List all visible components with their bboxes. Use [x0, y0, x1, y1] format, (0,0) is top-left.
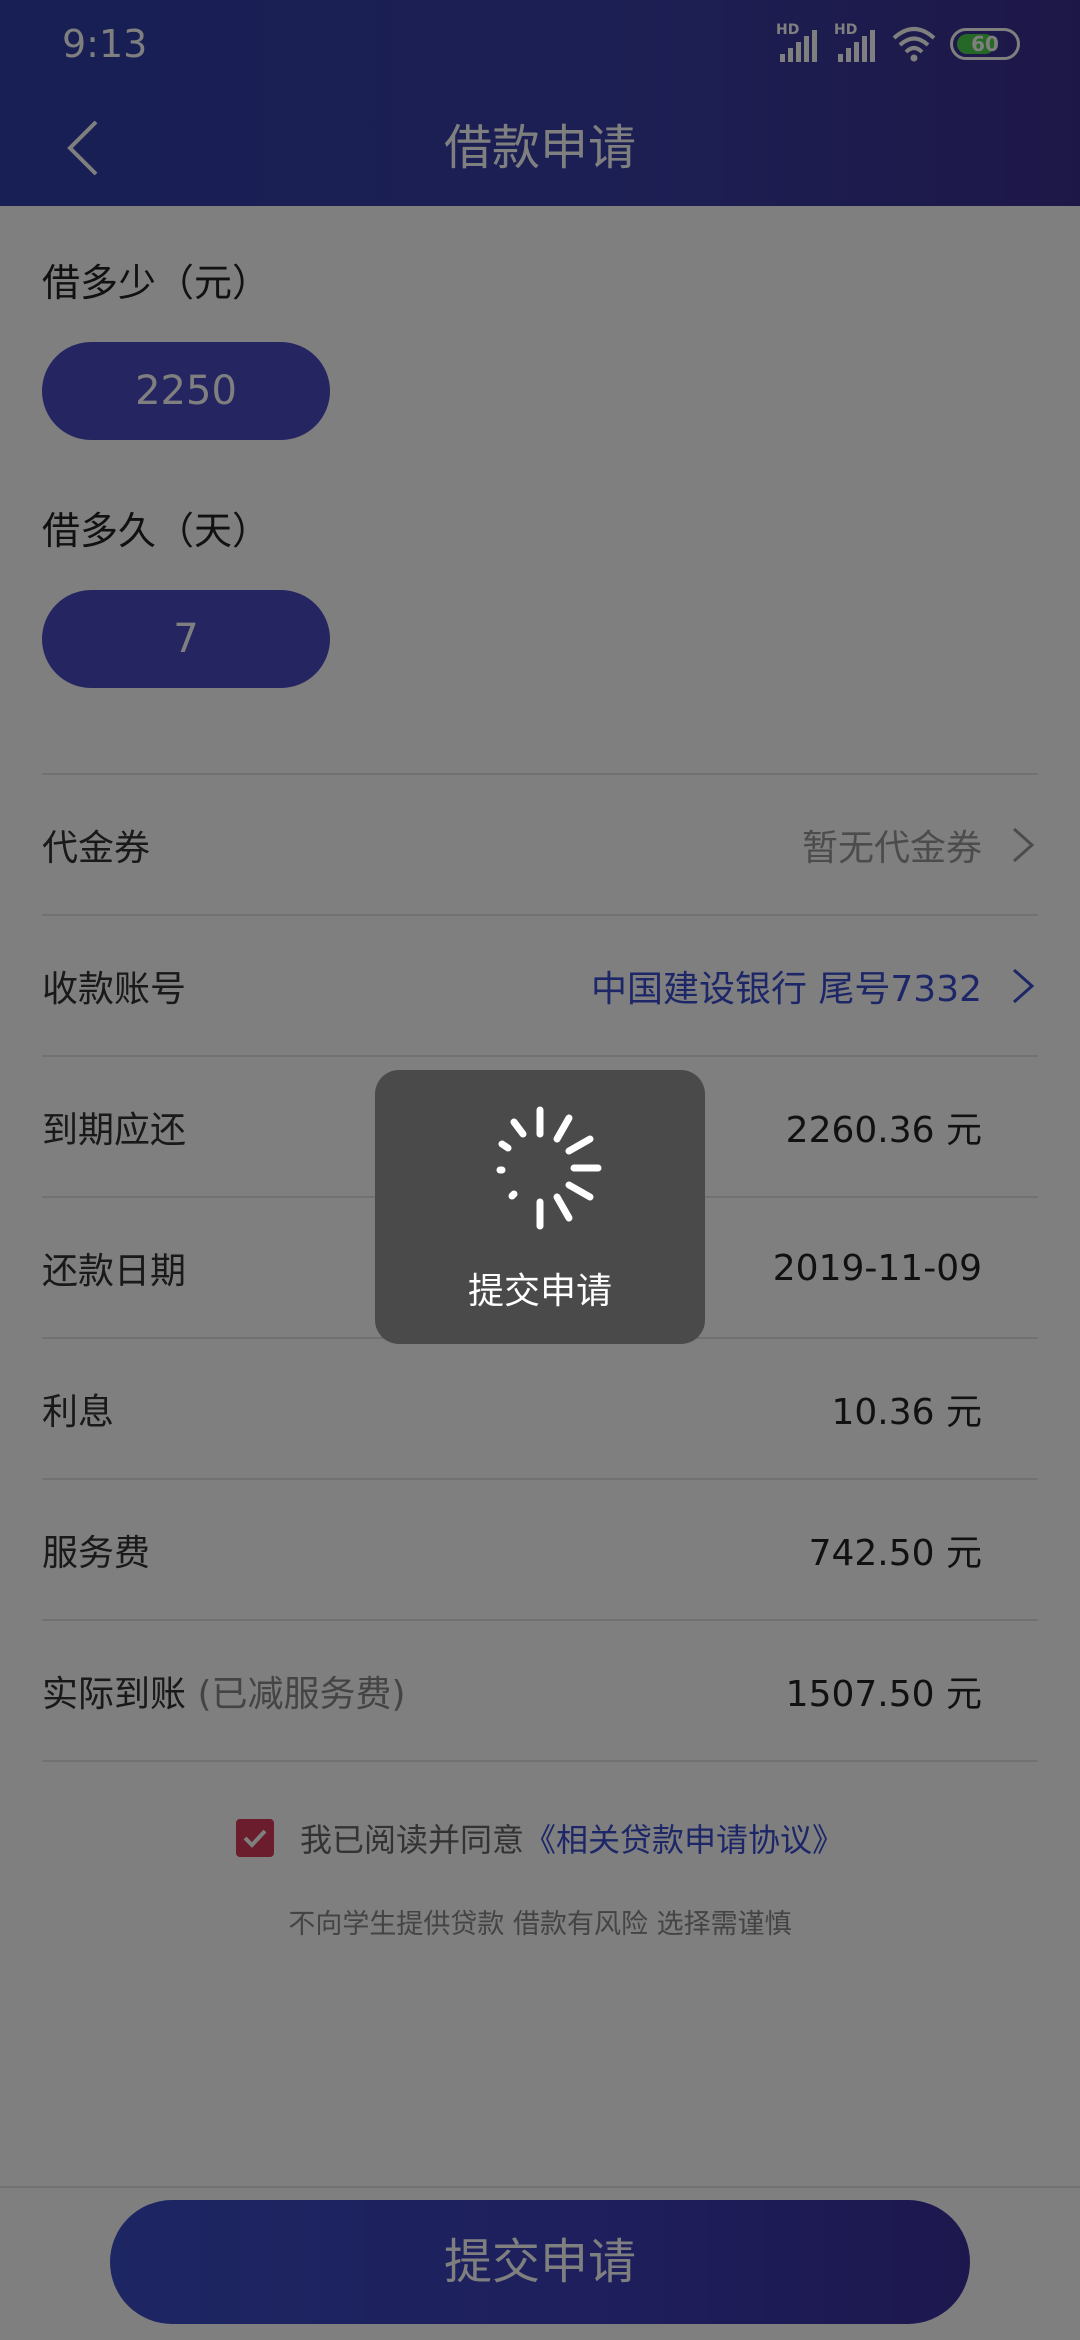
loading-toast: 提交申请	[375, 1070, 705, 1344]
loading-spinner-icon	[496, 1106, 602, 1230]
loading-text: 提交申请	[467, 1271, 612, 1312]
